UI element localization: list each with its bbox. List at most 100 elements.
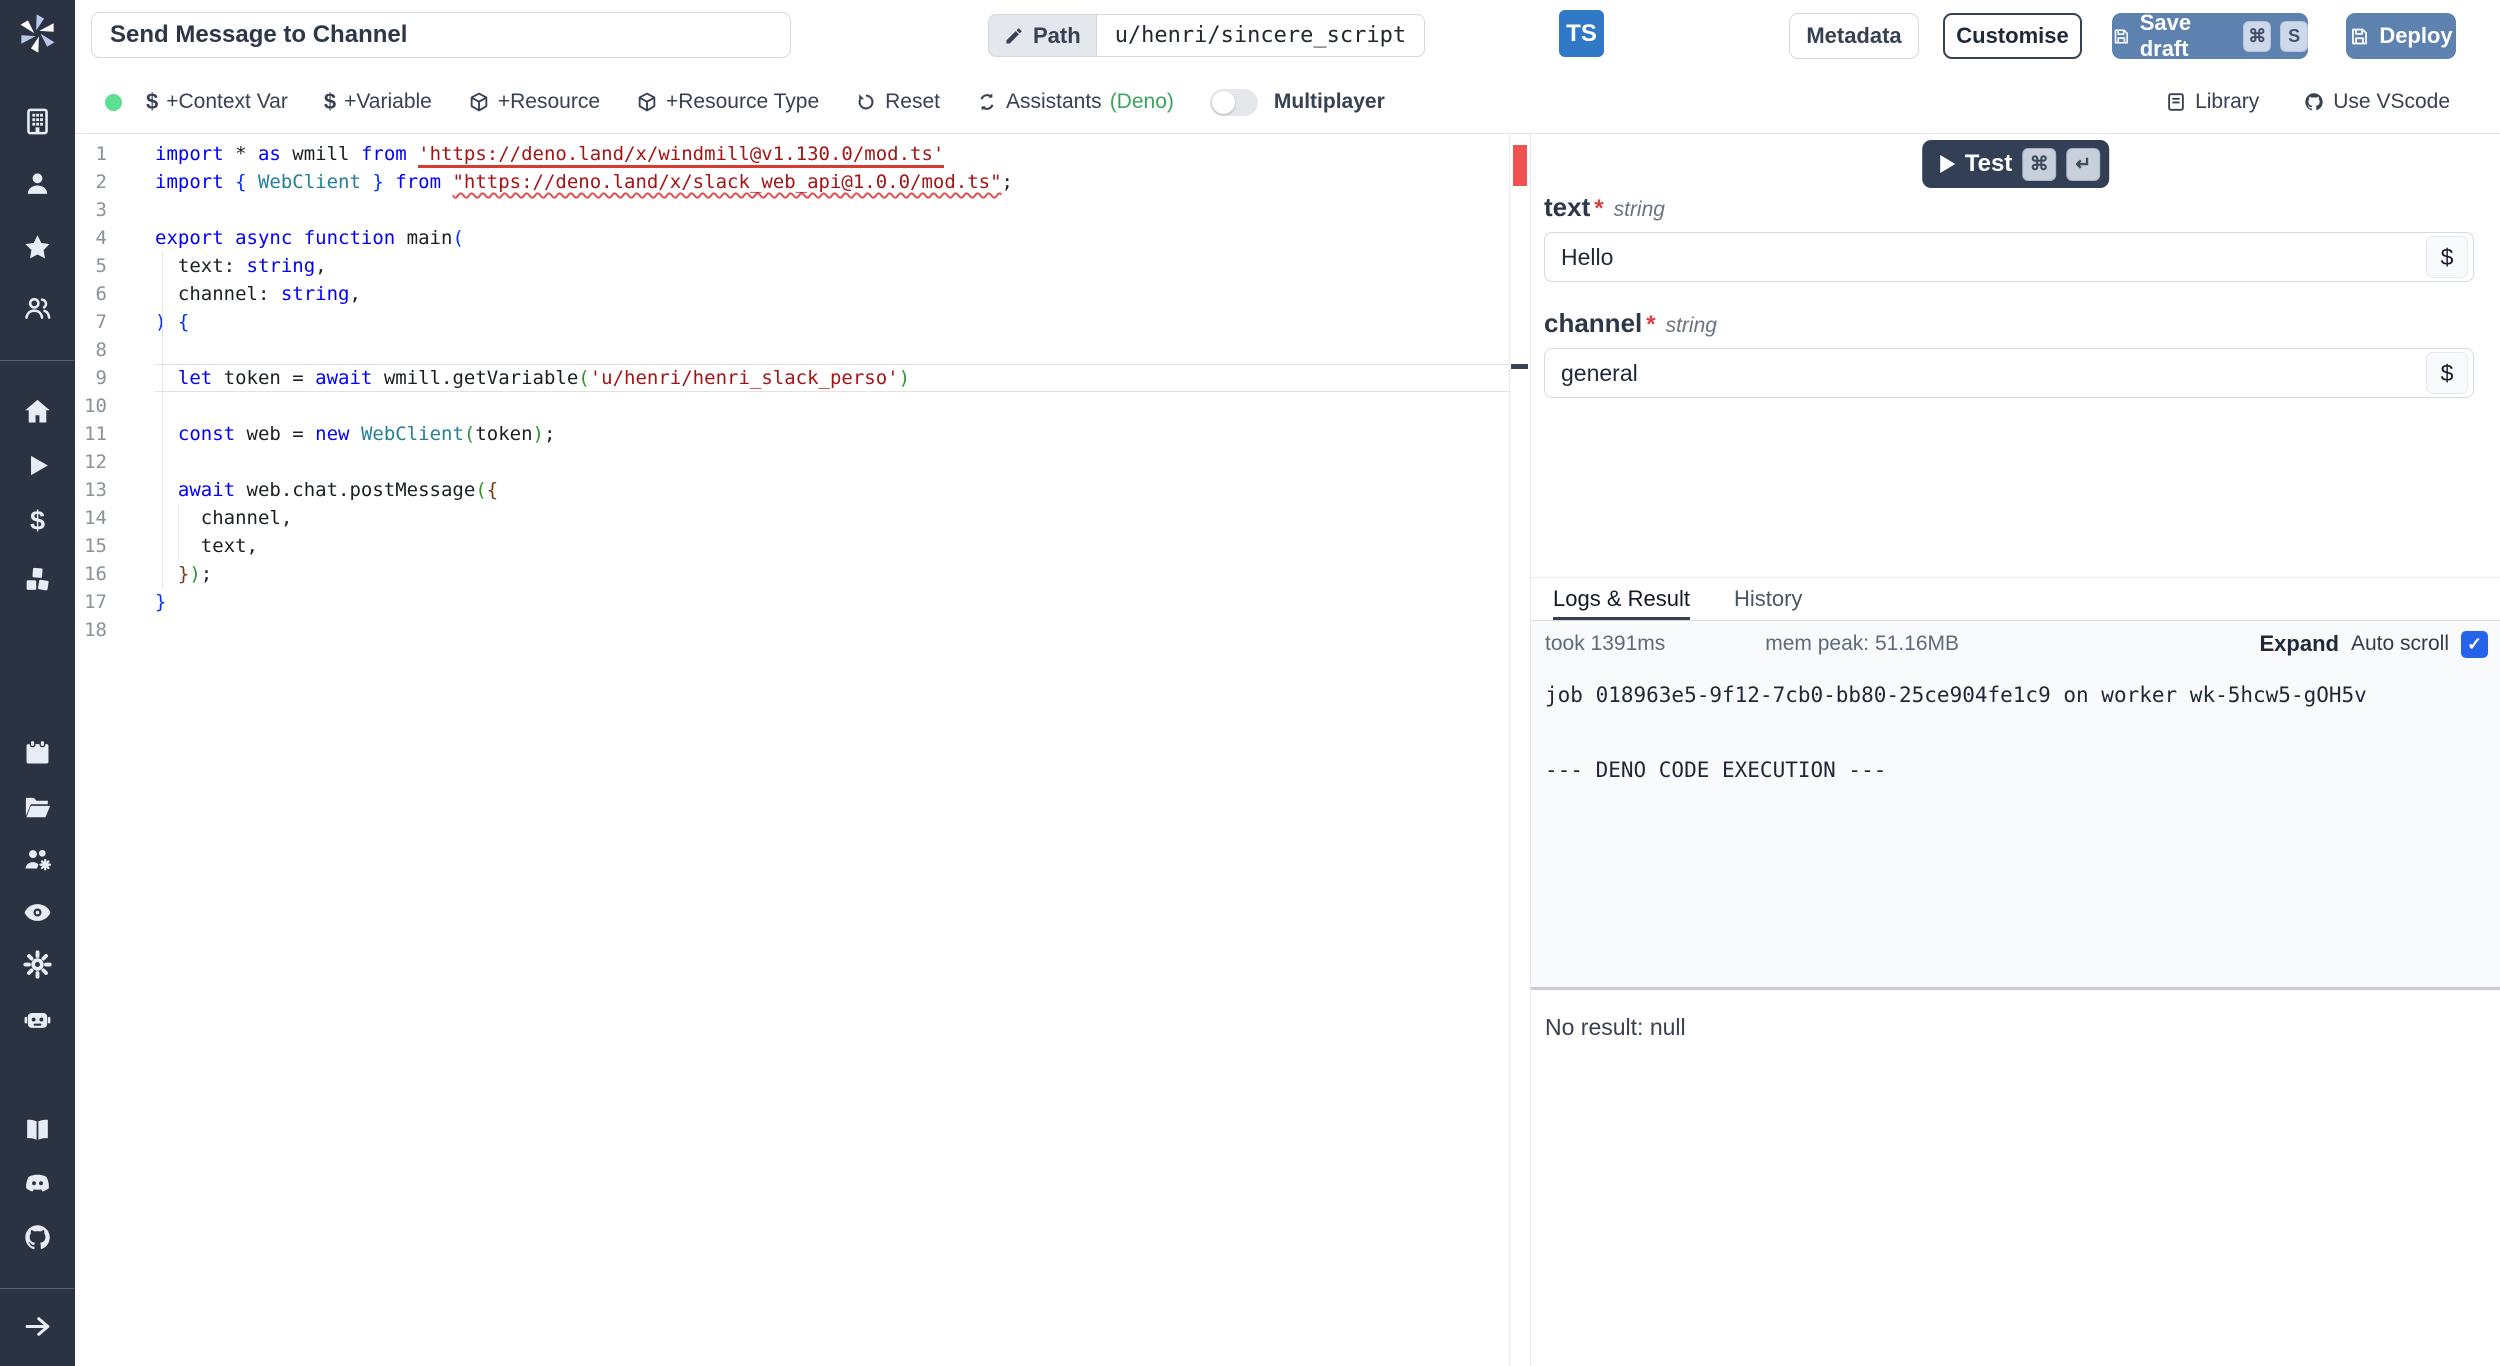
eye-icon[interactable] [22,897,53,928]
overview-ruler[interactable] [1509,134,1530,1366]
robot-icon[interactable] [22,1004,53,1035]
code-text: export async function main( [155,227,464,249]
user-icon[interactable] [22,168,53,199]
insert-variable-button[interactable]: $ [2426,236,2468,278]
log-text: job 018963e5-9f12-7cb0-bb80-25ce904fe1c9… [1545,683,2367,782]
folder-icon[interactable] [22,792,53,823]
path-value[interactable]: u/henri/sincere_script [1095,14,1426,57]
result-area: No result: null [1531,990,2500,1366]
channel-field-value[interactable]: general [1561,360,2426,387]
add-context-var-button[interactable]: $ +Context Var [146,89,288,115]
line-number: 3 [95,199,107,221]
book-icon[interactable] [22,1115,53,1146]
code-line[interactable]: 11 const web = new WebClient(token); [75,420,1530,448]
calendar-icon[interactable] [22,737,53,768]
assistants-button[interactable]: Assistants (Deno) [976,90,1174,114]
play-icon[interactable] [22,450,53,481]
code-line[interactable]: 18 [75,616,1530,644]
logs-tabs: Logs & Result History [1531,577,2500,621]
code-line[interactable]: 6 channel: string, [75,280,1530,308]
expand-button[interactable]: Expand [2259,631,2338,657]
path-group[interactable]: Path u/henri/sincere_script [988,14,1426,57]
line-number: 10 [84,395,107,417]
discord-icon[interactable] [22,1168,53,1199]
building-icon[interactable] [22,106,53,137]
code-line[interactable]: 5 text: string, [75,252,1530,280]
gear-icon[interactable] [22,949,53,980]
editor-toolbar: $ +Context Var $ +Variable +Resource +Re… [75,71,2500,134]
code-line[interactable]: 9 let token = await wmill.getVariable('u… [75,364,1530,392]
star-icon[interactable] [22,232,53,263]
tab-history[interactable]: History [1734,578,1802,620]
code-editor[interactable]: 1 import * as wmill from 'https://deno.la… [75,134,1530,1366]
code-text: import { WebClient } from "https://deno.… [155,171,1013,193]
memory-stat: mem peak: 51.16MB [1765,632,1960,655]
code-line[interactable]: 10 [75,392,1530,420]
github-icon[interactable] [22,1222,53,1253]
text-field[interactable]: Hello $ [1544,232,2474,282]
windmill-logo-icon[interactable] [14,10,61,57]
cursor-marker [1511,364,1528,369]
save-draft-button[interactable]: Save draft ⌘ S [2112,10,2308,61]
home-icon[interactable] [22,396,53,427]
code-line[interactable]: 2 import { WebClient } from "https://deno… [75,168,1530,196]
code-line[interactable]: 15 text, [75,532,1530,560]
users-icon[interactable] [22,293,53,324]
check-icon: ✓ [2466,633,2483,654]
code-line[interactable]: 3 [75,196,1530,224]
code-line[interactable]: 12 [75,448,1530,476]
metadata-button[interactable]: Metadata [1789,13,1919,59]
code-line[interactable]: 14 channel, [75,504,1530,532]
script-title-input[interactable] [91,12,791,58]
code-line[interactable]: 7) { [75,308,1530,336]
code-text: await web.chat.postMessage({ [177,479,499,501]
assistants-lang: (Deno) [1109,90,1174,113]
multiplayer-label: Multiplayer [1273,90,1385,113]
line-number: 12 [84,451,107,473]
field-type: string [1613,198,1665,221]
reset-button[interactable]: Reset [855,90,940,114]
library-button[interactable]: Library [2165,90,2259,114]
arrow-right-icon[interactable] [22,1311,53,1342]
multiplayer-toggle[interactable] [1209,88,1258,116]
tab-logs-result[interactable]: Logs & Result [1553,578,1690,620]
add-resource-button[interactable]: +Resource [468,90,600,114]
add-resource-type-button[interactable]: +Resource Type [636,90,819,114]
code-text: const web = new WebClient(token); [177,423,556,445]
code-line[interactable]: 8 [75,336,1530,364]
typescript-badge: TS [1559,10,1604,57]
text-field-value[interactable]: Hello [1561,244,2426,271]
users-cog-icon[interactable] [22,844,53,875]
language-status-dot [105,93,122,111]
cubes-icon[interactable] [22,564,53,595]
save-icon [2352,28,2368,44]
insert-variable-button[interactable]: $ [2426,352,2468,394]
line-number: 18 [84,619,107,641]
customise-button[interactable]: Customise [1943,13,2082,59]
line-number: 17 [84,591,107,613]
path-edit-button[interactable]: Path [988,14,1096,57]
code-text: }); [177,563,213,585]
code-lines: 1 import * as wmill from 'https://deno.la… [75,134,1530,644]
add-variable-button[interactable]: $ +Variable [324,89,432,115]
code-text: import * as wmill from 'https://deno.lan… [155,140,1530,168]
code-line[interactable]: 4 export async function main( [75,224,1530,252]
test-button[interactable]: Test ⌘ ↵ [1921,140,2110,188]
deploy-button[interactable]: Deploy [2346,13,2456,59]
log-output[interactable]: job 018963e5-9f12-7cb0-bb80-25ce904fe1c9… [1531,667,2500,987]
dollar-icon[interactable]: $ [22,506,53,537]
sidebar: $ [0,0,75,1366]
use-vscode-button[interactable]: Use VScode [2303,90,2450,114]
result-text: No result: null [1545,1014,1686,1040]
line-number: 7 [95,311,107,333]
cmd-key: ⌘ [2243,20,2272,52]
code-line[interactable]: 17} [75,588,1530,616]
channel-field[interactable]: general $ [1544,348,2474,398]
code-line[interactable]: 1 import * as wmill from 'https://deno.la… [75,140,1530,168]
code-line[interactable]: 16 }); [75,560,1530,588]
code-line[interactable]: 13 await web.chat.postMessage({ [75,476,1530,504]
windmill-script-editor: { "colors":{"sidebar_bg":"#2b3242","prim… [0,0,2500,1366]
field-type: string [1665,314,1717,337]
autoscroll-checkbox[interactable]: ✓ [2461,630,2488,658]
